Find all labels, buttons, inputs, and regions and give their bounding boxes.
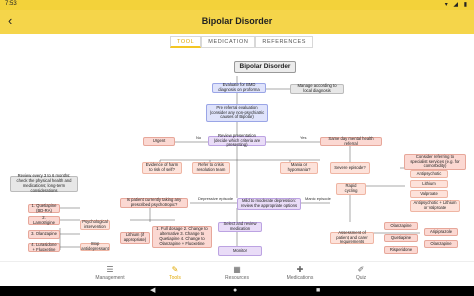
node-rapid-cycling[interactable]: Rapid cycling [336, 183, 366, 195]
back-triangle-icon[interactable]: ◀ [150, 286, 155, 296]
node-right-i[interactable]: Olanzapine [424, 240, 458, 248]
nav-quiz[interactable]: ✐ Quiz [336, 265, 386, 281]
system-navigation-bar: ◀ ● ■ [0, 286, 474, 296]
page-title: Bipolar Disorder [201, 16, 273, 26]
node-screen[interactable]: Evaluate for BMD diagnosis on proforma [212, 82, 266, 93]
tab-bar: TOOL MEDICATION REFERENCES [170, 36, 313, 48]
node-mild-depression[interactable]: Mild to moderate depression: review the … [237, 198, 301, 210]
node-assess-carer[interactable]: Assessment of patient and carer requirem… [330, 230, 374, 244]
nav-medications[interactable]: ✚ Medications [275, 265, 325, 281]
edge-label-no: No [196, 135, 202, 140]
node-right-h[interactable]: Aripiprazole [424, 228, 458, 236]
tab-references[interactable]: REFERENCES [255, 36, 313, 48]
grid-icon: ▦ [233, 265, 241, 274]
nav-tools[interactable]: ✎ Tools [150, 265, 200, 281]
node-list-1[interactable]: 1. Quetiapine (BD-RA) [28, 203, 60, 213]
edge-label-depressive: Depressive episode [198, 196, 234, 201]
node-right-c[interactable]: Valproate [410, 190, 448, 198]
node-list-3[interactable]: 3. Olanzapine [28, 230, 60, 239]
node-select-medication[interactable]: Select and review medication [218, 221, 262, 232]
node-severe[interactable]: Severe episode? [330, 162, 370, 174]
node-review-presentation[interactable]: Review presentation (decide which criter… [208, 133, 266, 147]
tab-tool[interactable]: TOOL [170, 36, 202, 48]
node-stop-antidepressant[interactable]: Stop antidepressant [80, 241, 110, 251]
nav-management[interactable]: ☰ Management [85, 265, 135, 281]
node-right-e[interactable]: Olanzapine [384, 222, 418, 230]
pencil-icon: ✎ [171, 265, 179, 274]
status-time: 7:53 [5, 1, 17, 7]
list-icon: ☰ [106, 265, 114, 274]
flowchart-canvas[interactable]: Bipolar Disorder Evaluate for BMD diagno… [0, 50, 474, 260]
edge-label-manic: Manic episode [305, 196, 331, 201]
node-flag[interactable]: Manage according to local diagnosis [290, 83, 344, 94]
node-evidence-harm[interactable]: Evidence of harm to risk of self? [142, 162, 182, 174]
node-right-d[interactable]: Antipsychotic + Lithium or Valproate [410, 200, 460, 212]
node-pre-referral[interactable]: Pre referral evaluation (consider any no… [206, 104, 268, 122]
node-urgent[interactable]: Urgent [143, 137, 175, 146]
nav-label-resources: Resources [225, 275, 249, 281]
node-lithium[interactable]: Lithium (if appropriate) [120, 232, 150, 244]
nav-label-quiz: Quiz [355, 275, 367, 281]
bottom-navigation: ☰ Management ✎ Tools ▦ Resources ✚ Medic… [0, 261, 474, 287]
node-left-note: Review every 3 to 6 months: check the ph… [10, 174, 78, 193]
tab-medication[interactable]: MEDICATION [201, 36, 256, 48]
nav-resources[interactable]: ▦ Resources [212, 265, 262, 281]
node-list-4[interactable]: 4. Lurasidone + Fluoxetine [28, 242, 60, 252]
medical-cross-icon: ✚ [296, 265, 304, 274]
nav-label-management: Management [95, 275, 125, 281]
node-consider-meds[interactable]: Consider referring to specialist service… [404, 154, 466, 170]
node-right-f[interactable]: Quetiapine [384, 234, 418, 242]
quiz-icon: ✐ [357, 265, 365, 274]
nav-label-tools: Tools [169, 275, 181, 281]
status-bar: 7:53 ▾ ◢ ▮ [0, 0, 474, 10]
app-bar: ‹ Bipolar Disorder [0, 10, 474, 34]
node-right-a[interactable]: Antipsychotic [410, 170, 448, 178]
nav-label-medications: Medications [286, 275, 314, 281]
node-same-day[interactable]: Same day mental health referral [320, 136, 382, 146]
node-crisis-team[interactable]: Refer to crisis resolution team [192, 162, 230, 174]
status-icons: ▾ ◢ ▮ [444, 2, 469, 8]
node-right-b[interactable]: Lithium [410, 180, 448, 188]
recents-square-icon[interactable]: ■ [316, 286, 320, 296]
node-right-g[interactable]: Risperidone [384, 246, 418, 254]
node-psych-intervention[interactable]: Psychological intervention [80, 219, 110, 230]
node-psychotropic-question[interactable]: Is patient currently taking any prescrib… [120, 197, 188, 208]
home-circle-icon[interactable]: ● [233, 286, 237, 296]
node-mania[interactable]: Mania or hypomania? [280, 162, 318, 174]
node-monitor[interactable]: Monitor [218, 246, 262, 256]
flowchart-title: Bipolar Disorder [234, 61, 296, 73]
edge-label-yes: Yes [300, 135, 307, 140]
node-list-2[interactable]: 2. Lamotrigine [28, 215, 60, 225]
node-medication-ladder[interactable]: 1. Full dosage 2. Change to alternative … [152, 226, 212, 248]
